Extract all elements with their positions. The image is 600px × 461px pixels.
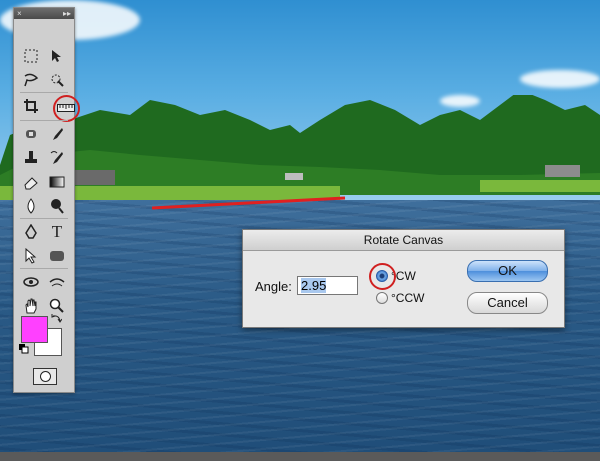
angle-input-value: 2.95	[301, 278, 327, 293]
spot-healing-icon[interactable]	[20, 124, 42, 144]
cw-radio-highlight	[369, 263, 396, 290]
crop-icon[interactable]	[20, 96, 42, 116]
rotate-canvas-dialog[interactable]: Rotate Canvas Angle: 2.95 °CW °CCW OK Ca…	[242, 229, 565, 328]
3d-orbit-icon[interactable]	[46, 272, 68, 292]
blur-icon[interactable]	[20, 196, 42, 216]
ruler-tool-highlight	[53, 95, 80, 122]
marquee-icon[interactable]	[20, 46, 42, 66]
tool-separator	[20, 120, 68, 121]
cloud	[520, 70, 600, 88]
brush-icon[interactable]	[46, 124, 68, 144]
shape-icon[interactable]	[46, 246, 68, 266]
foreground-color-swatch[interactable]	[21, 316, 48, 343]
tool-separator	[20, 92, 68, 93]
ccw-radio-label[interactable]: °CCW	[391, 291, 424, 305]
collapse-icon[interactable]: ▸▸	[63, 9, 71, 18]
pen-icon[interactable]	[20, 222, 42, 242]
angle-input[interactable]: 2.95	[297, 276, 358, 295]
dialog-title: Rotate Canvas	[243, 230, 564, 251]
tool-separator	[20, 268, 68, 269]
cancel-button[interactable]: Cancel	[467, 292, 548, 314]
ccw-radio[interactable]	[376, 292, 388, 304]
lawn	[480, 180, 600, 192]
move-icon[interactable]	[46, 46, 68, 66]
3d-rotate-icon[interactable]	[20, 272, 42, 292]
ok-button[interactable]: OK	[467, 260, 548, 282]
measure-line	[151, 196, 346, 210]
type-icon[interactable]: T	[46, 222, 68, 242]
hand-icon[interactable]	[20, 296, 42, 316]
quick-selection-icon[interactable]	[46, 70, 68, 90]
lasso-icon[interactable]	[20, 70, 42, 90]
angle-label: Angle:	[255, 279, 292, 294]
quick-mask-button[interactable]	[33, 368, 57, 385]
gradient-icon[interactable]	[46, 172, 68, 192]
close-icon[interactable]: ×	[17, 9, 22, 18]
dodge-icon[interactable]	[46, 196, 68, 216]
tools-panel[interactable]: × ▸▸ T	[13, 7, 80, 393]
tools-panel-titlebar[interactable]: × ▸▸	[14, 8, 74, 19]
clone-stamp-icon[interactable]	[20, 148, 42, 168]
default-colors-icon[interactable]	[19, 344, 29, 354]
path-selection-icon[interactable]	[20, 246, 42, 266]
history-brush-icon[interactable]	[46, 148, 68, 168]
status-strip	[0, 452, 600, 461]
quick-mask-icon	[39, 371, 51, 382]
eraser-icon[interactable]	[20, 172, 42, 192]
tool-separator	[20, 218, 68, 219]
swap-colors-icon[interactable]	[51, 313, 62, 324]
